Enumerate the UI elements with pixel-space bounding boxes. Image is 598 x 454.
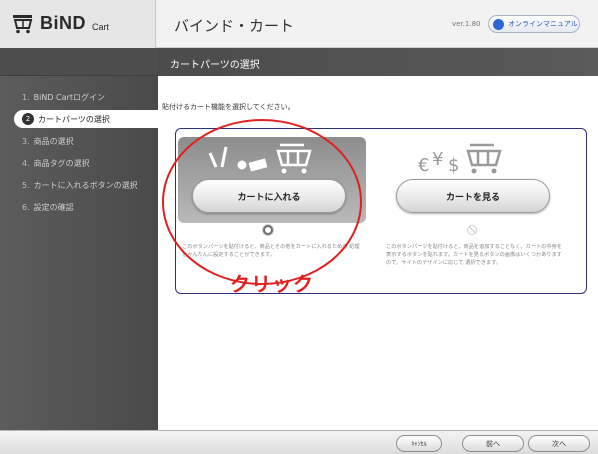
- option-view-cart[interactable]: € ¥ $ カートを見る このボタンパーツを貼付けると、商品を追加することなく、…: [382, 137, 572, 287]
- step-number: 3.: [22, 136, 30, 146]
- step-product[interactable]: 3. 商品の選択: [14, 132, 150, 150]
- step-number: 6.: [22, 202, 30, 212]
- info-dot-icon: [493, 18, 504, 30]
- click-annotation: クリック: [230, 272, 314, 296]
- step-confirm[interactable]: 6. 設定の確認: [14, 198, 150, 216]
- view-cart-button[interactable]: カートを見る: [396, 179, 550, 213]
- section-title: カートパーツの選択: [170, 60, 260, 71]
- app-title: バインド・カート: [174, 17, 295, 35]
- step-login[interactable]: 1. BiND Cartログイン: [14, 88, 150, 106]
- step-label: 商品の選択: [33, 136, 74, 146]
- svg-text:¥: ¥: [432, 149, 443, 170]
- step-number: 5.: [22, 180, 30, 190]
- step-number: 4.: [22, 158, 30, 168]
- version-label: ver.1.80: [452, 20, 481, 28]
- online-manual-label: オンラインマニュアル: [508, 20, 578, 28]
- svg-text:€: €: [418, 155, 429, 175]
- online-manual-button[interactable]: オンラインマニュアル: [488, 15, 580, 33]
- currency-cart-illustration-icon: € ¥ $: [418, 143, 502, 175]
- next-button[interactable]: 次へ: [528, 435, 590, 452]
- cancel-button[interactable]: ｷｬﾝｾﾙ: [396, 435, 442, 452]
- instruction-text: 貼付けるカート機能を選択してください。: [162, 103, 295, 111]
- step-label: 設定の確認: [33, 202, 74, 212]
- step-product-tag[interactable]: 4. 商品タグの選択: [14, 154, 150, 172]
- step-sidebar: 1. BiND Cartログイン 2 カートパーツの選択 3. 商品の選択 4.…: [0, 48, 158, 430]
- option-radio-unselected[interactable]: [467, 225, 477, 235]
- step-number-badge: 2: [22, 113, 34, 125]
- section-header: カートパーツの選択: [158, 48, 598, 76]
- logo-area: BiND Cart: [0, 0, 156, 48]
- option-description: このボタンパーツを貼付けると、商品を追加することなく、カートの中身を 表示するボ…: [386, 244, 562, 266]
- logo-subtext: Cart: [92, 22, 110, 32]
- main-panel: カートパーツの選択 貼付けるカート機能を選択してください。 カートに入れる この…: [158, 48, 598, 430]
- step-label: 商品タグの選択: [33, 158, 90, 168]
- footer-bar: ｷｬﾝｾﾙ 前へ 次へ: [0, 430, 598, 454]
- cart-logo-icon: [13, 15, 33, 34]
- step-add-button[interactable]: 5. カートに入れるボタンの選択: [14, 176, 150, 194]
- logo-text: BiND: [40, 13, 86, 33]
- step-label: カートに入れるボタンの選択: [33, 180, 138, 190]
- step-number: 1.: [22, 92, 30, 102]
- step-label: BiND Cartログイン: [33, 92, 105, 102]
- svg-text:$: $: [448, 155, 459, 175]
- app-header: BiND Cart バインド・カート ver.1.80 オンラインマニュアル: [0, 0, 598, 48]
- click-highlight-circle: [162, 119, 362, 285]
- step-label: カートパーツの選択: [38, 114, 110, 124]
- back-button[interactable]: 前へ: [462, 435, 524, 452]
- step-cart-parts[interactable]: 2 カートパーツの選択: [14, 110, 158, 128]
- sidebar-header: [0, 48, 158, 76]
